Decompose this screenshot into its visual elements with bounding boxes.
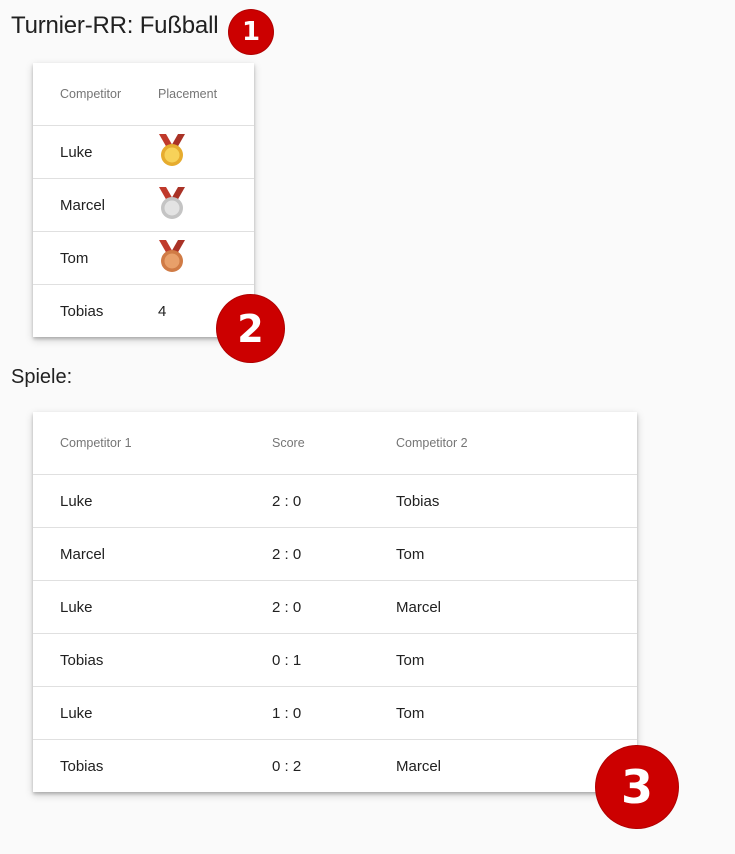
competitor-2-cell: Tom (396, 686, 637, 740)
score-cell: 2 : 0 (272, 474, 396, 528)
competitor-1-cell: Luke (33, 580, 272, 634)
annotation-badge-1: 1 (229, 10, 273, 54)
table-row: Luke (33, 125, 254, 179)
competitor-name: Tobias (60, 302, 104, 320)
competitor-1-cell: Tobias (33, 633, 272, 687)
annotation-badge-2: 2 (217, 295, 284, 362)
competitor-1-cell: Tobias (60, 757, 104, 775)
games-header-row: Competitor 1 Score Competitor 2 (33, 412, 637, 475)
annotation-badge-3: 3 (596, 746, 678, 828)
standings-header-row: Competitor Placement (33, 63, 254, 126)
score-cell: 1 : 0 (272, 686, 396, 740)
games-table-card: Competitor 1 Score Competitor 2 Luke 2 :… (33, 412, 637, 792)
competitor-2-cell: Tom (396, 633, 637, 687)
placement-cell (158, 178, 254, 232)
table-row: Luke 1 : 0 Tom (33, 686, 637, 740)
score-cell: 0 : 2 (272, 757, 302, 775)
competitor-name: Tom (33, 231, 158, 285)
competitor-2-cell: Tobias (396, 474, 637, 528)
games-table: Competitor 1 Score Competitor 2 Luke 2 :… (33, 412, 637, 792)
column-header-competitor[interactable]: Competitor (33, 63, 158, 126)
column-header-placement[interactable]: Placement (158, 63, 254, 126)
column-header-score[interactable]: Score (272, 412, 396, 475)
table-row: Luke 2 : 0 Tobias (33, 474, 637, 528)
table-row: Marcel (33, 178, 254, 232)
placement-cell (158, 231, 254, 285)
competitor-2-cell: Tom (396, 527, 637, 581)
page-title: Turnier-RR: Fußball (11, 12, 219, 39)
score-cell: 0 : 1 (272, 633, 396, 687)
competitor-1-cell: Luke (33, 474, 272, 528)
games-heading: Spiele: (11, 366, 73, 388)
column-header-competitor-1[interactable]: Competitor 1 (33, 412, 272, 475)
table-row: Tobias 0 : 2 Marcel (33, 740, 637, 793)
competitor-1-cell: Luke (33, 686, 272, 740)
competitor-name: Marcel (33, 178, 158, 232)
table-row: Marcel 2 : 0 Tom (33, 527, 637, 581)
competitor-1-cell: Marcel (33, 527, 272, 581)
standings-table: Competitor Placement Luke Marcel Tom Tob… (33, 63, 254, 337)
table-row: Tom (33, 231, 254, 285)
table-row: Tobias 0 : 1 Tom (33, 633, 637, 687)
competitor-name: Luke (33, 125, 158, 179)
standings-table-card: Competitor Placement Luke Marcel Tom Tob… (33, 63, 254, 337)
competitor-2-cell: Marcel (396, 580, 637, 634)
bronze-medal-icon (158, 239, 186, 279)
score-cell: 2 : 0 (272, 527, 396, 581)
column-header-competitor-2[interactable]: Competitor 2 (396, 412, 637, 475)
score-cell: 2 : 0 (272, 580, 396, 634)
placement-cell (158, 125, 254, 179)
silver-medal-icon (158, 186, 186, 226)
table-row: Luke 2 : 0 Marcel (33, 580, 637, 634)
gold-medal-icon (158, 133, 186, 173)
